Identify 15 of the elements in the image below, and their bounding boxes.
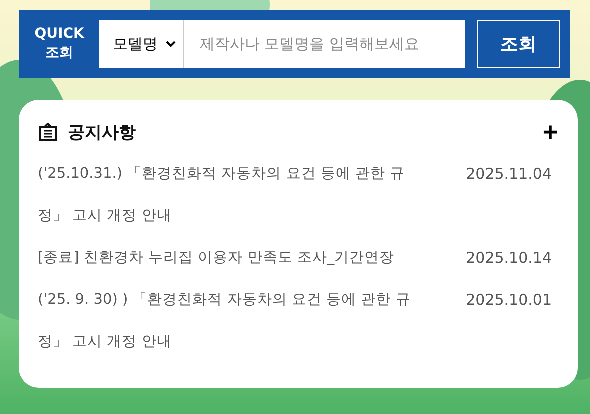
notice-title: 공지사항 (68, 122, 136, 144)
filter-select[interactable]: 모델명 (99, 20, 184, 68)
notice-date: 2025.10.14 (466, 248, 552, 269)
search-button[interactable]: 조회 (477, 20, 560, 68)
quick-label-sub: 조회 (46, 44, 74, 63)
notice-board-icon (38, 123, 58, 141)
quick-label: QUICK (34, 25, 84, 44)
caret-icon (166, 40, 176, 48)
notice-link[interactable]: [종료] 친환경차 누리집 이용자 만족도 조사_기간연장 (38, 237, 418, 279)
notice-link[interactable]: ('25. 9. 30) ) 「환경친화적 자동차의 요건 등에 관한 규정」 고시 개정 안내 (38, 279, 418, 363)
search-field[interactable]: 제작사나 모델명을 입력해보세요 (184, 20, 466, 68)
notice-link[interactable]: ('25.10.31.) 「환경친화적 자동차의 요건 등에 관한 규정」 고시 개정 안내 (38, 153, 418, 237)
notice-date: 2025.10.01 (466, 290, 552, 311)
more-button[interactable]: + (542, 119, 558, 145)
notice-date: 2025.11.04 (466, 164, 552, 185)
